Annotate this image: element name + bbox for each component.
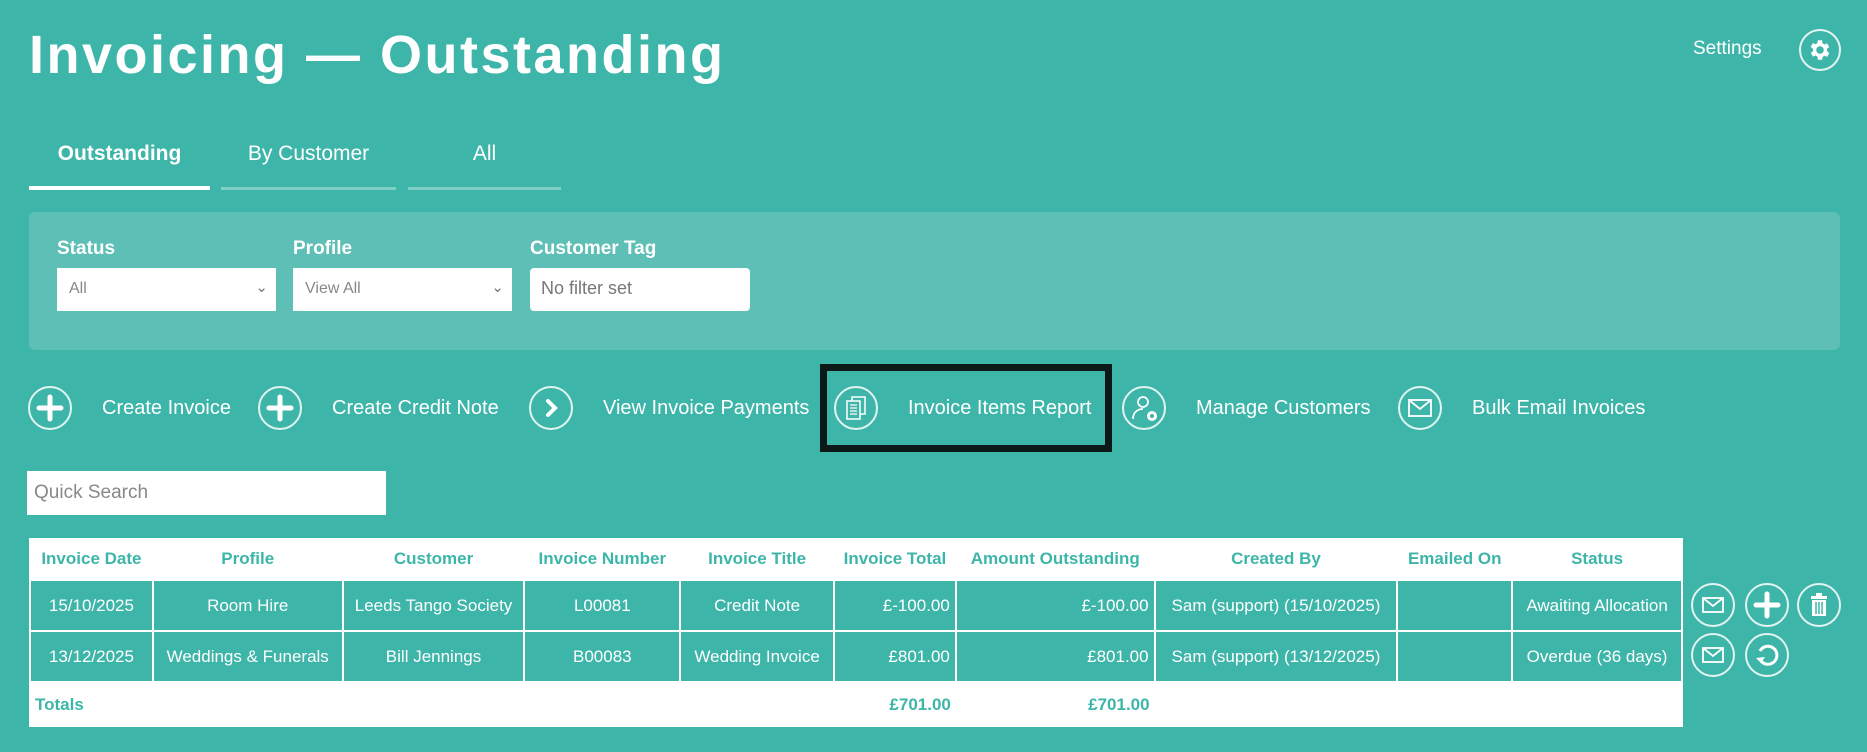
column-header[interactable]: Invoice Title <box>680 538 834 580</box>
plus-icon <box>28 386 72 430</box>
cell-invoice-total: £801.00 <box>833 630 957 683</box>
cell-created-by: Sam (support) (13/12/2025) <box>1153 630 1399 683</box>
totals-amount-outstanding: £701.00 <box>955 682 1155 727</box>
view-invoice-payments-button[interactable]: View Invoice Payments <box>529 386 809 430</box>
tab-by-customer[interactable]: By Customer <box>221 142 396 190</box>
table-header-row: Invoice Date Profile Customer Invoice Nu… <box>30 538 1682 580</box>
customer-tag-filter-label: Customer Tag <box>530 238 657 259</box>
cell-amount-outstanding: £801.00 <box>954 630 1156 683</box>
column-header[interactable]: Amount Outstanding <box>956 538 1155 580</box>
quick-search-input[interactable]: Quick Search <box>27 471 386 515</box>
cell-profile: Room Hire <box>151 579 344 632</box>
cell-status: Overdue (36 days) <box>1511 630 1683 683</box>
customer-tag-input[interactable]: No filter set <box>530 268 750 311</box>
cell-invoice-date: 13/12/2025 <box>29 630 154 683</box>
email-invoice-icon[interactable] <box>1691 583 1735 627</box>
cell-emailed-on <box>1396 630 1514 683</box>
create-invoice-button[interactable]: Create Invoice <box>28 386 231 430</box>
user-gear-icon <box>1122 386 1166 430</box>
column-header[interactable]: Created By <box>1155 538 1398 580</box>
totals-invoice-total: £701.00 <box>834 682 956 727</box>
profile-select[interactable]: View All ⌄ <box>293 268 512 311</box>
create-credit-note-label: Create Credit Note <box>332 396 499 419</box>
bulk-email-invoices-label: Bulk Email Invoices <box>1472 396 1646 419</box>
cell-invoice-number[interactable]: L00081 <box>523 579 682 632</box>
add-payment-icon[interactable] <box>1745 583 1789 627</box>
create-invoice-label: Create Invoice <box>102 396 231 419</box>
cell-amount-outstanding: £-100.00 <box>954 579 1156 632</box>
cell-customer: Leeds Tango Society <box>341 579 526 632</box>
page-title: Invoicing — Outstanding <box>29 25 726 85</box>
cell-invoice-total: £-100.00 <box>833 579 957 632</box>
cell-invoice-title: Wedding Invoice <box>679 630 835 683</box>
invoices-table: Invoice Date Profile Customer Invoice Nu… <box>29 538 1683 727</box>
column-header[interactable]: Invoice Total <box>834 538 956 580</box>
status-filter-label: Status <box>57 238 116 259</box>
totals-row: Totals £701.00 £701.00 <box>30 682 1682 727</box>
table-row[interactable]: 13/12/2025 Weddings & Funerals Bill Jenn… <box>29 630 1683 683</box>
totals-empty <box>1154 682 1682 727</box>
column-header[interactable]: Emailed On <box>1397 538 1512 580</box>
trash-icon[interactable] <box>1797 583 1841 627</box>
cell-invoice-number[interactable]: B00083 <box>523 630 682 683</box>
settings-link[interactable]: Settings <box>1693 38 1762 60</box>
tab-outstanding[interactable]: Outstanding <box>29 142 210 190</box>
cell-emailed-on <box>1396 579 1514 632</box>
column-header[interactable]: Invoice Date <box>30 538 153 580</box>
bulk-email-invoices-button[interactable]: Bulk Email Invoices <box>1398 386 1645 430</box>
column-header[interactable]: Invoice Number <box>524 538 680 580</box>
column-header[interactable]: Customer <box>343 538 525 580</box>
manage-customers-label: Manage Customers <box>1196 396 1371 419</box>
cell-created-by: Sam (support) (15/10/2025) <box>1153 579 1399 632</box>
chevron-down-icon: ⌄ <box>491 279 504 296</box>
plus-icon <box>258 386 302 430</box>
cell-invoice-date: 15/10/2025 <box>29 579 154 632</box>
profile-filter-label: Profile <box>293 238 353 259</box>
cell-profile: Weddings & Funerals <box>151 630 344 683</box>
cell-customer: Bill Jennings <box>341 630 526 683</box>
chevron-down-icon: ⌄ <box>255 279 268 296</box>
profile-select-value: View All <box>305 280 361 297</box>
cell-invoice-title: Credit Note <box>679 579 835 632</box>
gear-icon[interactable] <box>1799 29 1841 71</box>
envelope-icon <box>1398 386 1442 430</box>
status-select-value: All <box>69 280 87 297</box>
manage-customers-button[interactable]: Manage Customers <box>1122 386 1371 430</box>
refresh-icon[interactable] <box>1745 633 1789 677</box>
create-credit-note-button[interactable]: Create Credit Note <box>258 386 499 430</box>
tab-all[interactable]: All <box>408 142 561 190</box>
view-invoice-payments-label: View Invoice Payments <box>603 396 810 419</box>
cell-status: Awaiting Allocation <box>1511 579 1683 632</box>
totals-label: Totals <box>30 682 834 727</box>
highlight-box <box>820 364 1112 452</box>
email-invoice-icon[interactable] <box>1691 633 1735 677</box>
status-select[interactable]: All ⌄ <box>57 268 276 311</box>
column-header[interactable]: Status <box>1512 538 1682 580</box>
chevron-right-icon <box>529 386 573 430</box>
table-row[interactable]: 15/10/2025 Room Hire Leeds Tango Society… <box>29 579 1683 632</box>
column-header[interactable]: Profile <box>153 538 343 580</box>
